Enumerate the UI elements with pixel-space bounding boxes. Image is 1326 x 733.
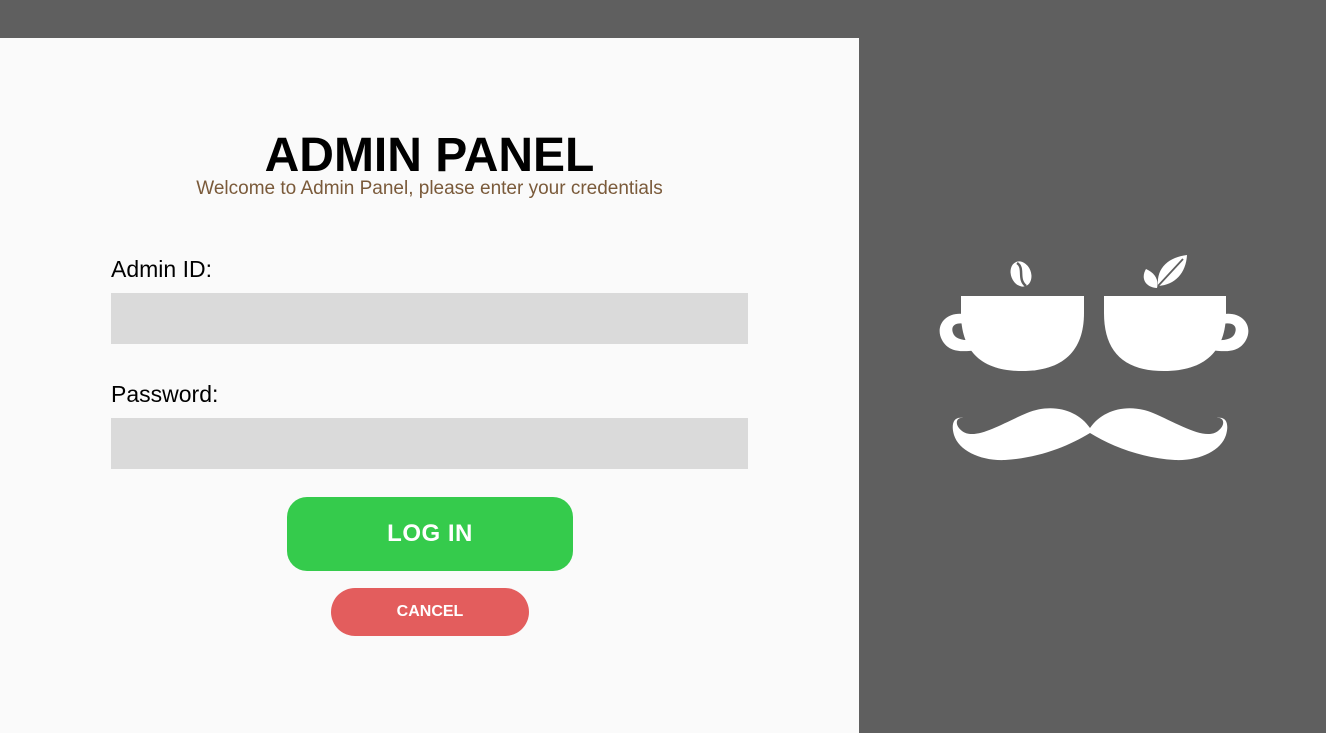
page-title: ADMIN PANEL xyxy=(264,129,595,182)
cafe-logo xyxy=(939,255,1249,461)
coffee-cup-icon xyxy=(939,296,1084,371)
login-button[interactable]: LOG IN xyxy=(287,497,573,571)
admin-id-input[interactable] xyxy=(111,293,748,344)
page-subtitle: Welcome to Admin Panel, please enter you… xyxy=(196,178,663,199)
password-input[interactable] xyxy=(111,418,748,469)
mustache-icon xyxy=(952,408,1228,461)
brand-panel xyxy=(859,38,1326,733)
admin-id-label: Admin ID: xyxy=(111,256,212,282)
login-panel: ADMIN PANEL Welcome to Admin Panel, plea… xyxy=(0,38,859,733)
password-label: Password: xyxy=(111,381,219,407)
coffee-bean-icon xyxy=(1010,261,1032,287)
cancel-button[interactable]: CANCEL xyxy=(331,588,529,636)
top-bar xyxy=(0,0,1326,38)
tea-cup-icon xyxy=(1104,296,1249,371)
tea-leaf-icon xyxy=(1143,255,1187,288)
